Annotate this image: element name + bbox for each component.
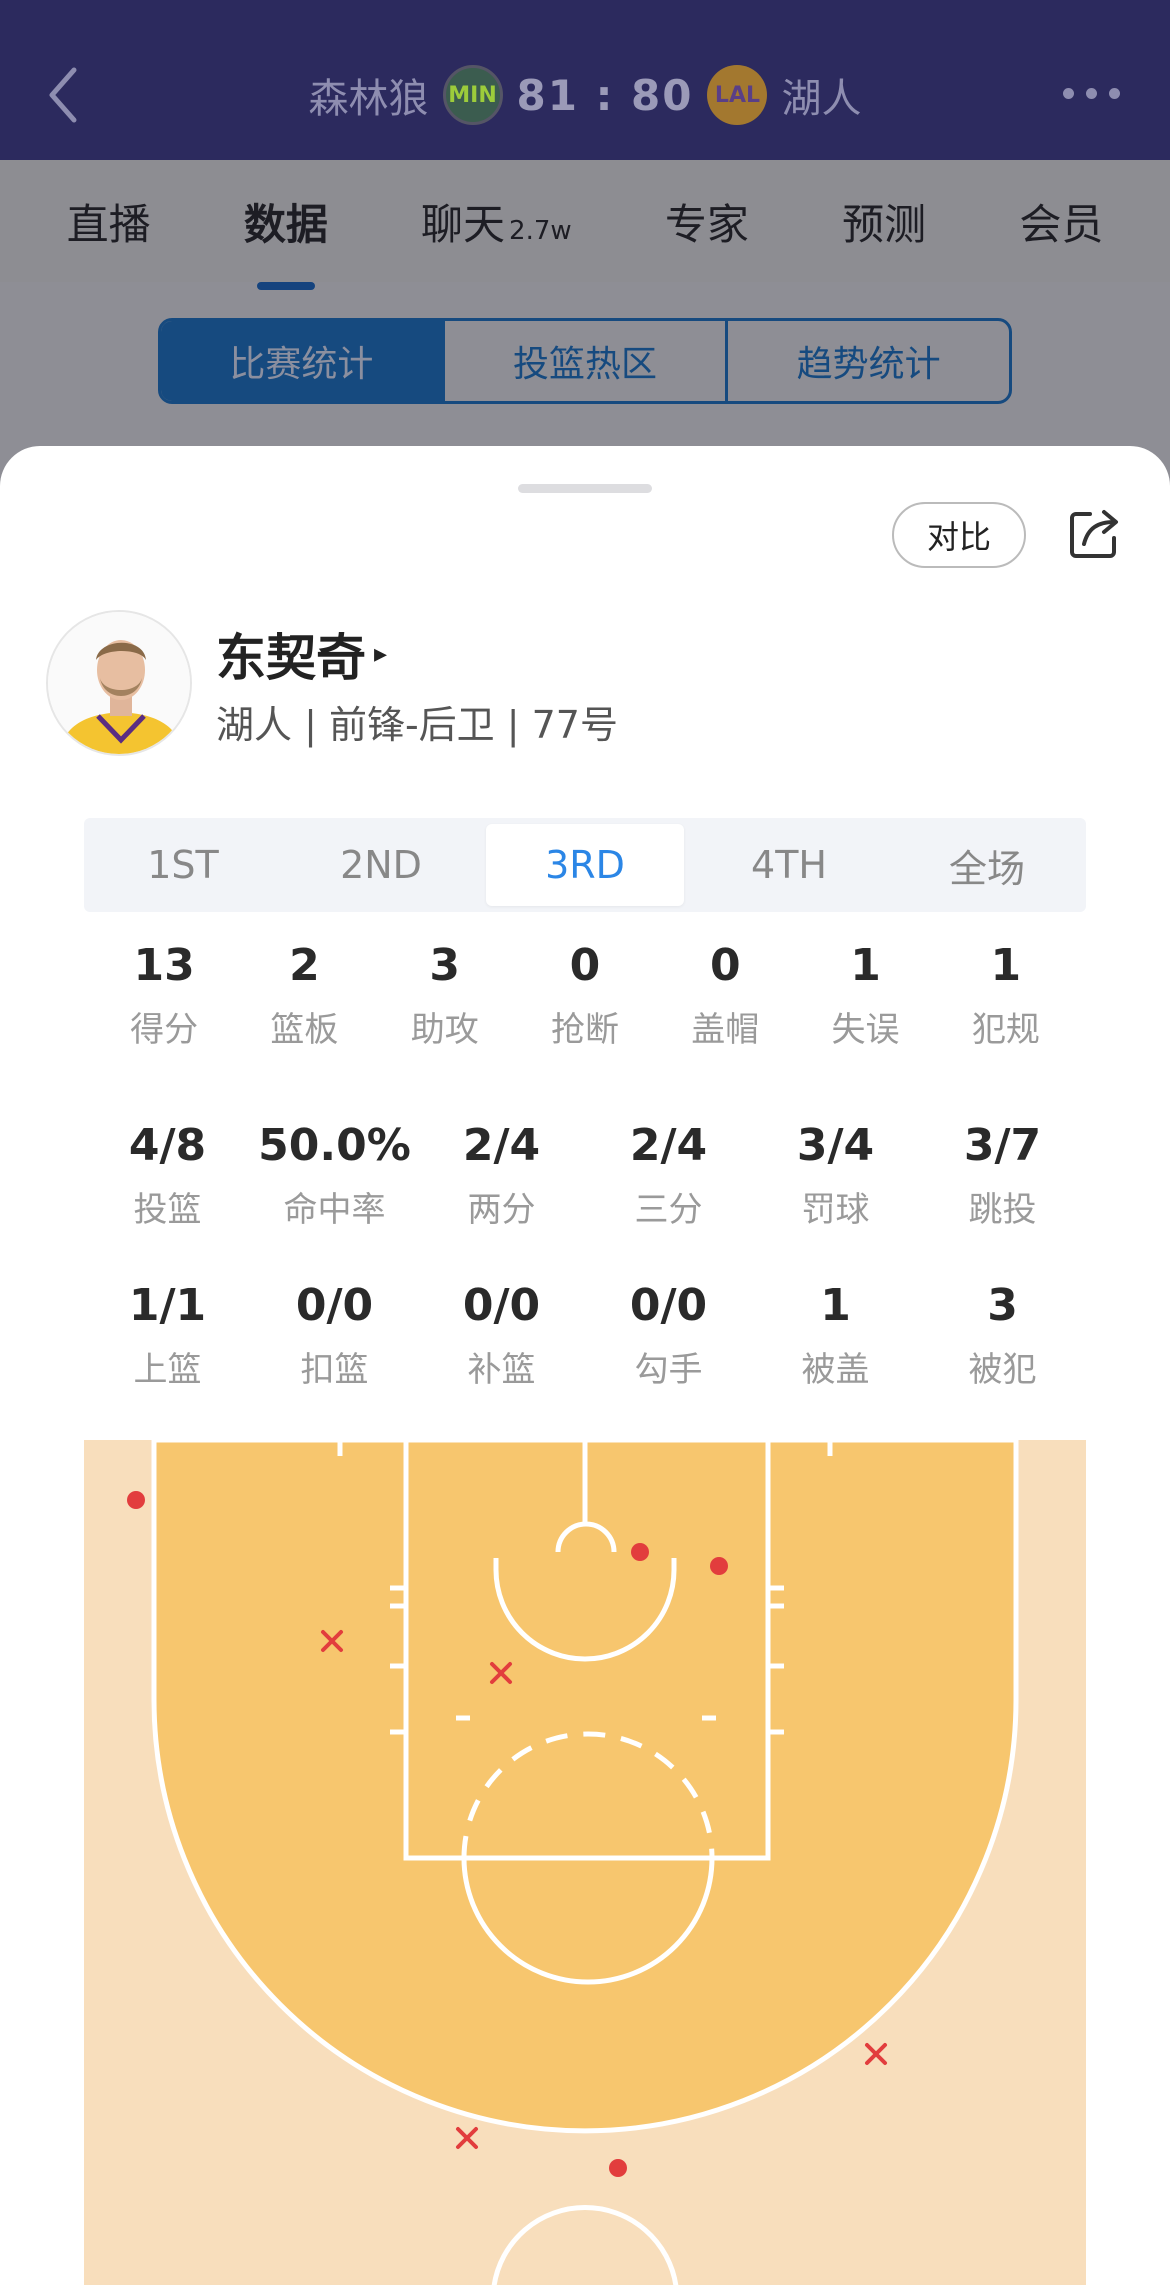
stat-fouls-drawn: 3 被犯 (968, 1280, 1037, 1390)
player-name-link[interactable]: 东契奇 ▸ (216, 618, 387, 690)
more-options-icon[interactable] (1063, 88, 1120, 99)
shooting-stats-row: 4/8 投篮 50.0% 命中率 2/4 两分 2/4 三分 3/4 罚球 3/7 跳投 (84, 1120, 1086, 1231)
tab-period-1st[interactable]: 1ST (84, 818, 282, 912)
stat-blocked: 1 被盖 (801, 1280, 870, 1390)
home-team-name: 森林狼 (308, 76, 429, 122)
made-shot-marker (710, 1557, 728, 1575)
misc-stats-row: 1/1 上篮 0/0 扣篮 0/0 补篮 0/0 勾手 1 被盖 3 被犯 (84, 1280, 1086, 1391)
period-tabs: 1ST 2ND 3RD 4TH 全场 (84, 818, 1086, 912)
chat-count: 2.7w (509, 215, 572, 246)
tab-period-full-game[interactable]: 全场 (888, 818, 1086, 912)
away-team-name: 湖人 (781, 76, 862, 122)
stat-rebounds: 2 篮板 (270, 940, 339, 1050)
caret-right-icon: ▸ (374, 639, 388, 669)
tab-period-2nd[interactable]: 2ND (282, 818, 480, 912)
stat-points: 13 得分 (130, 940, 199, 1050)
made-shot-marker (127, 1491, 145, 1509)
tab-chat[interactable]: 聊天 2.7w (421, 191, 572, 252)
tab-prediction[interactable]: 预测 (842, 191, 926, 252)
stat-field-goals: 4/8 投篮 (128, 1120, 207, 1230)
stat-turnovers: 1 失误 (831, 940, 900, 1050)
stat-steals: 0 抢断 (550, 940, 619, 1050)
made-shot-marker (609, 2159, 627, 2177)
away-team-logo-icon: LAL (707, 65, 768, 125)
player-avatar (46, 610, 192, 756)
stat-two-pointers: 2/4 两分 (462, 1120, 541, 1230)
stat-jump-shots: 3/7 跳投 (963, 1120, 1042, 1230)
stat-dunks: 0/0 扣篮 (295, 1280, 374, 1390)
sheet-grabber[interactable] (518, 484, 652, 493)
player-meta: 湖人 | 前锋-后卫 | 77号 (216, 703, 618, 747)
tab-period-4th[interactable]: 4TH (690, 818, 888, 912)
tab-live[interactable]: 直播 (67, 191, 151, 252)
score: 81 : 80 (516, 70, 694, 120)
segment-shot-zones[interactable]: 投篮热区 (445, 321, 729, 401)
main-tabs: 直播 数据 聊天 2.7w 专家 预测 会员 (0, 160, 1170, 282)
basic-stats-row: 13 得分 2 篮板 3 助攻 0 抢断 0 盖帽 1 失误 1 犯规 (84, 940, 1086, 1051)
stat-fouls: 1 犯规 (971, 940, 1040, 1050)
stat-free-throws: 3/4 罚球 (796, 1120, 875, 1230)
player-name: 东契奇 (216, 629, 366, 687)
tab-membership[interactable]: 会员 (1019, 191, 1103, 252)
shot-chart-court (84, 1440, 1086, 2285)
stat-putbacks: 0/0 补篮 (462, 1280, 541, 1390)
tab-period-3rd[interactable]: 3RD (486, 824, 684, 906)
segment-trend-stats[interactable]: 趋势统计 (728, 321, 1009, 401)
stat-hook-shots: 0/0 勾手 (629, 1280, 708, 1390)
stat-layups: 1/1 上篮 (128, 1280, 207, 1390)
tab-experts[interactable]: 专家 (665, 191, 749, 252)
made-shot-marker (631, 1543, 649, 1561)
segment-game-stats[interactable]: 比赛统计 (161, 321, 445, 401)
stat-assists: 3 助攻 (410, 940, 479, 1050)
player-photo-icon (48, 612, 190, 754)
home-team-logo-icon: MIN (442, 65, 503, 125)
stat-three-pointers: 2/4 三分 (629, 1120, 708, 1230)
share-icon[interactable] (1066, 506, 1122, 562)
stats-segment-control: 比赛统计 投篮热区 趋势统计 (158, 318, 1012, 404)
compare-button[interactable]: 对比 (892, 502, 1026, 568)
stat-blocks: 0 盖帽 (691, 940, 760, 1050)
scoreboard: 森林狼 MIN 81 : 80 LAL 湖人 (0, 60, 1170, 130)
tab-data[interactable]: 数据 (244, 191, 328, 252)
top-bar: 森林狼 MIN 81 : 80 LAL 湖人 (0, 0, 1170, 160)
stat-fg-percentage: 50.0% 命中率 (258, 1120, 411, 1230)
